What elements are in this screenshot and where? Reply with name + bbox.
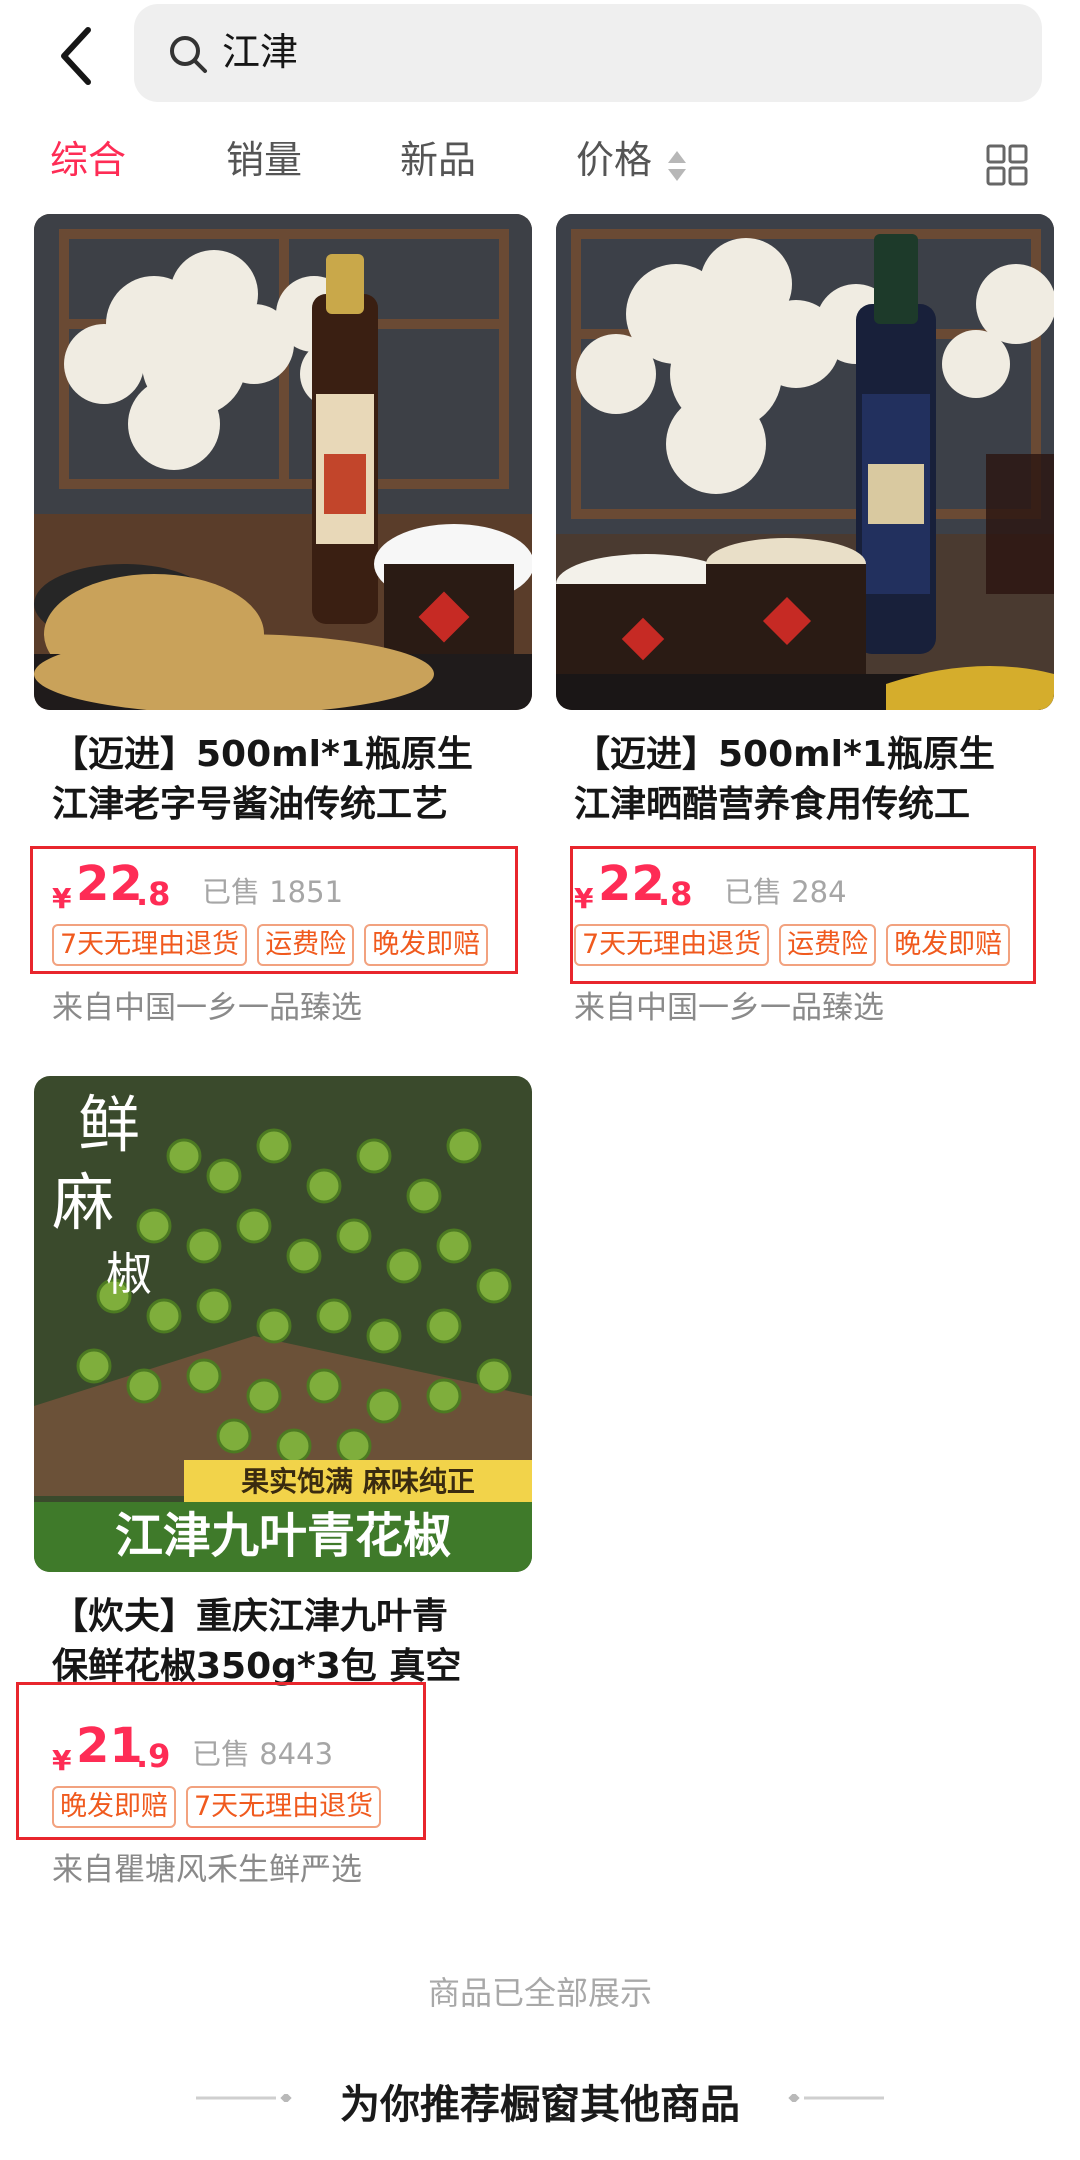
image-text-fresh: 鲜: [78, 1088, 140, 1161]
shop-name[interactable]: 来自中国一乡一品臻选: [52, 986, 362, 1030]
image-text-pepper: 椒: [106, 1247, 152, 1301]
header: 江津: [0, 0, 1080, 120]
price-highlight-box: [30, 846, 518, 974]
grid-layout-icon[interactable]: [986, 144, 1028, 186]
shop-name[interactable]: 来自中国一乡一品臻选: [574, 986, 884, 1030]
shop-name[interactable]: 来自瞿塘风禾生鲜严选: [52, 1848, 362, 1892]
price-highlight-box: [16, 1682, 426, 1840]
all-items-shown-note: 商品已全部展示: [427, 1974, 652, 2012]
search-query[interactable]: 江津: [222, 26, 298, 78]
divider-left-icon: [196, 2094, 292, 2102]
product-title[interactable]: 【迈进】500ml*1瓶原生 江津晒醋营养食用传统工: [574, 730, 1044, 830]
image-banner-big: 江津九叶青花椒: [115, 1508, 451, 1564]
sort-tabs: 综合 销量 新品 价格: [0, 126, 1080, 206]
price-highlight-box: [570, 846, 1036, 984]
image-banner-small: 果实饱满 麻味纯正: [241, 1465, 475, 1498]
search-bar[interactable]: 江津: [134, 4, 1042, 102]
soy-sauce-bottle-image[interactable]: [34, 214, 532, 710]
tab-price[interactable]: 价格: [576, 134, 652, 186]
product-title[interactable]: 【迈进】500ml*1瓶原生 江津老字号酱油传统工艺: [52, 730, 522, 830]
divider-right-icon: [788, 2094, 884, 2102]
vinegar-bottle-image[interactable]: [556, 214, 1054, 710]
recommend-section-title: 为你推荐橱窗其他商品: [340, 2082, 740, 2128]
sort-arrows-icon[interactable]: [666, 148, 688, 184]
back-arrow-icon[interactable]: [52, 24, 112, 88]
tab-sales[interactable]: 销量: [226, 134, 302, 186]
product-title[interactable]: 【炊夫】重庆江津九叶青 保鲜花椒350g*3包 真空: [52, 1592, 522, 1692]
image-text-numb: 麻: [52, 1166, 114, 1239]
tab-comprehensive[interactable]: 综合: [50, 134, 126, 186]
tab-new[interactable]: 新品: [400, 134, 476, 186]
search-icon: [170, 36, 207, 73]
green-peppercorn-image[interactable]: 鲜 麻 椒 果实饱满 麻味纯正 江津九叶青花椒: [34, 1076, 532, 1572]
